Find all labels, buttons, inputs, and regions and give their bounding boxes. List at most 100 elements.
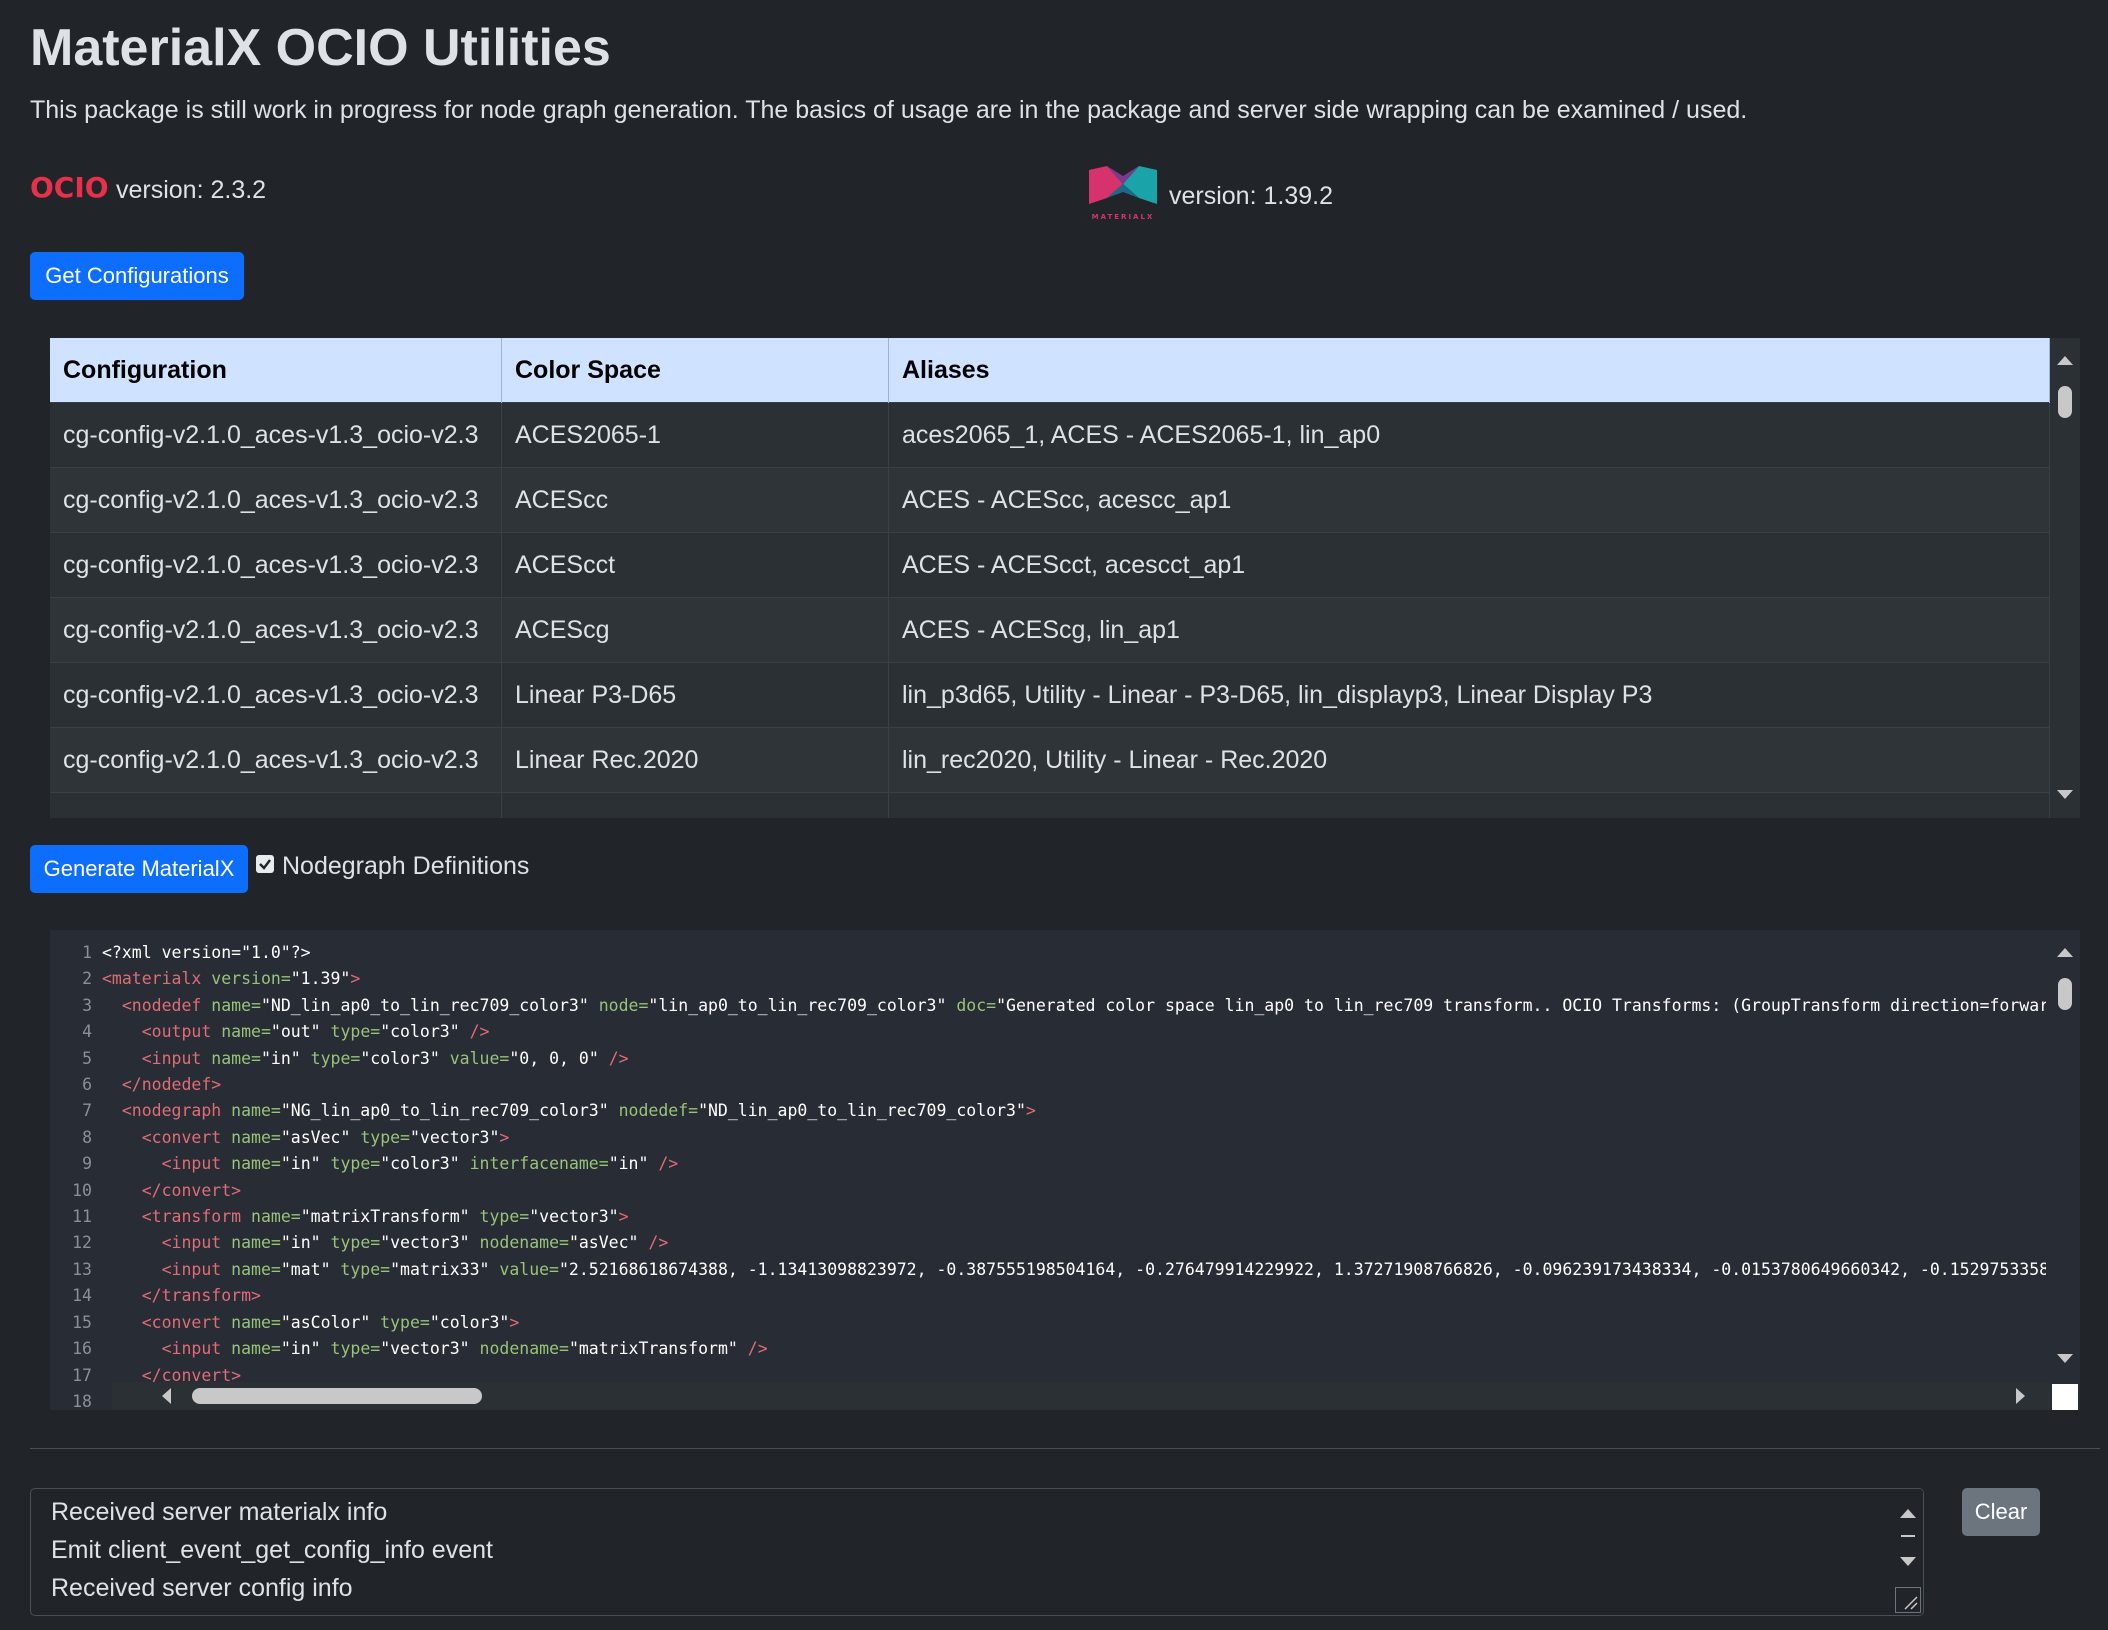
event-log[interactable]: Received server materialx info Emit clie… (30, 1488, 1924, 1616)
table-row[interactable]: cg-config-v2.1.0_aces-v1.3_ocio-v2.3 Lin… (50, 662, 2050, 728)
code-token: /> (648, 1154, 679, 1174)
line-number: 13 (72, 1259, 92, 1279)
table-row[interactable]: cg-config-v2.1.0_aces-v1.3_ocio-v2.3 ACE… (50, 402, 2050, 468)
code-token: <input (161, 1339, 222, 1359)
code-token: "matrixTransform" (568, 1339, 738, 1359)
line-number: 10 (72, 1180, 92, 1200)
column-header-aliases[interactable]: Aliases (888, 338, 2050, 403)
log-scroll-thumb[interactable] (1901, 1535, 1915, 1537)
code-token: version= (201, 969, 291, 989)
code-scroll-left-arrow-icon[interactable] (162, 1388, 171, 1404)
cell-configuration: cg-config-v2.1.0_aces-v1.3_ocio-v2.3 (50, 662, 502, 728)
cell-color-space: ACEScc (501, 467, 889, 533)
code-scroll-right-arrow-icon[interactable] (2016, 1388, 2025, 1404)
code-token: </convert> (141, 1180, 242, 1200)
table-row[interactable]: cg-config-v2.1.0_aces-v1.3_ocio-v2.3 ACE… (50, 467, 2050, 533)
line-number: 9 (82, 1154, 92, 1174)
code-vertical-scrollbar[interactable] (2050, 930, 2080, 1380)
log-line: Emit client_event_get_config_info event (51, 1536, 493, 1564)
log-scroll-up-arrow-icon[interactable] (1900, 1509, 1916, 1518)
line-number: 8 (82, 1127, 92, 1147)
code-token: "color3" (380, 1154, 460, 1174)
page-description: This package is still work in progress f… (30, 96, 1748, 124)
get-configurations-button[interactable]: Get Configurations (30, 252, 244, 300)
line-number: 1 (82, 943, 92, 962)
resize-handle-icon[interactable] (1895, 1587, 1921, 1613)
scroll-up-arrow-icon[interactable] (2057, 356, 2073, 365)
cell-configuration: cg-config-v2.1.0_aces-v1.3_ocio-v2.3 (50, 597, 502, 663)
code-token: <input (161, 1259, 222, 1279)
cell-aliases: ACES - ACEScct, acescct_ap1 (888, 532, 2050, 598)
code-scroll-down-arrow-icon[interactable] (2057, 1354, 2073, 1363)
code-token: node= (588, 995, 649, 1015)
code-token: <nodedef (121, 995, 202, 1015)
generate-materialx-button[interactable]: Generate MaterialX (30, 845, 248, 893)
line-number: 4 (82, 1022, 92, 1042)
code-scroll-thumb-horizontal[interactable] (192, 1388, 482, 1404)
scroll-thumb[interactable] (2058, 386, 2072, 418)
code-token: name= (221, 1259, 281, 1279)
line-number: 11 (72, 1207, 92, 1227)
code-token: "vector3" (380, 1233, 470, 1253)
code-token: "lin_ap0_to_lin_rec709_color3" (648, 995, 947, 1015)
line-number: 6 (82, 1075, 92, 1095)
table-row[interactable] (50, 792, 2050, 818)
code-token: type= (320, 1339, 381, 1359)
code-token: <input (141, 1048, 202, 1068)
cell-aliases (888, 792, 2050, 818)
code-line: 7 <nodegraph name="NG_lin_ap0_to_lin_rec… (50, 1098, 2046, 1124)
nodegraph-definitions-checkbox[interactable] (256, 854, 274, 873)
code-token: "asVec" (568, 1233, 639, 1253)
code-token: type= (350, 1127, 410, 1147)
code-line: 1 <?xml version="1.0"?> (50, 940, 2046, 966)
code-token: "color3" (380, 1022, 460, 1042)
column-header-configuration[interactable]: Configuration (50, 338, 502, 403)
log-scroll-down-arrow-icon[interactable] (1900, 1557, 1916, 1566)
code-token: </nodedef> (121, 1075, 222, 1095)
code-scroll-thumb-vertical[interactable] (2058, 978, 2072, 1010)
materialx-code-editor[interactable]: 1 <?xml version="1.0"?> 2 <materialx versio… (50, 930, 2080, 1410)
cell-aliases: lin_rec2020, Utility - Linear - Rec.2020 (888, 727, 2050, 793)
code-token: "asVec" (280, 1127, 351, 1147)
code-token: name= (201, 995, 261, 1015)
code-line: 2 <materialx version="1.39"> (50, 966, 2046, 992)
cell-configuration (50, 792, 502, 818)
code-token: "color3" (429, 1312, 510, 1332)
cell-configuration: cg-config-v2.1.0_aces-v1.3_ocio-v2.3 (50, 727, 502, 793)
code-token: <?xml version="1.0"?> (102, 943, 311, 962)
line-number: 2 (82, 969, 92, 989)
line-number: 3 (82, 995, 92, 1015)
column-header-color-space[interactable]: Color Space (501, 338, 889, 403)
code-token: type= (370, 1312, 430, 1332)
code-token: > (509, 1312, 520, 1332)
line-number: 14 (72, 1286, 92, 1306)
clear-log-button[interactable]: Clear (1962, 1488, 2040, 1536)
code-token: <output (141, 1022, 212, 1042)
scroll-down-arrow-icon[interactable] (2057, 790, 2073, 799)
code-line: 9 <input name="in" type="color3" interfa… (50, 1151, 2046, 1177)
code-line: 14 </transform> (50, 1283, 2046, 1309)
log-vertical-scrollbar[interactable] (1893, 1489, 1923, 1615)
code-token: name= (211, 1022, 271, 1042)
table-row[interactable]: cg-config-v2.1.0_aces-v1.3_ocio-v2.3 Lin… (50, 727, 2050, 793)
log-line: Received server config info (51, 1574, 353, 1602)
table-row[interactable]: cg-config-v2.1.0_aces-v1.3_ocio-v2.3 ACE… (50, 597, 2050, 663)
code-scroll-up-arrow-icon[interactable] (2057, 948, 2073, 957)
log-line: Received server materialx info (51, 1498, 388, 1526)
code-line: 16 <input name="in" type="vector3" noden… (50, 1336, 2046, 1362)
code-token: <input (161, 1154, 222, 1174)
code-token: /> (598, 1048, 629, 1068)
cell-color-space: ACEScct (501, 532, 889, 598)
code-lines: 1 <?xml version="1.0"?> 2 <materialx versio… (50, 940, 2046, 1410)
cell-configuration: cg-config-v2.1.0_aces-v1.3_ocio-v2.3 (50, 532, 502, 598)
table-row[interactable]: cg-config-v2.1.0_aces-v1.3_ocio-v2.3 ACE… (50, 532, 2050, 598)
code-token: <input (161, 1233, 222, 1253)
table-vertical-scrollbar[interactable] (2050, 338, 2080, 818)
materialx-logo-icon: MATERIALX (1085, 164, 1161, 229)
code-horizontal-scrollbar[interactable] (112, 1382, 2050, 1410)
